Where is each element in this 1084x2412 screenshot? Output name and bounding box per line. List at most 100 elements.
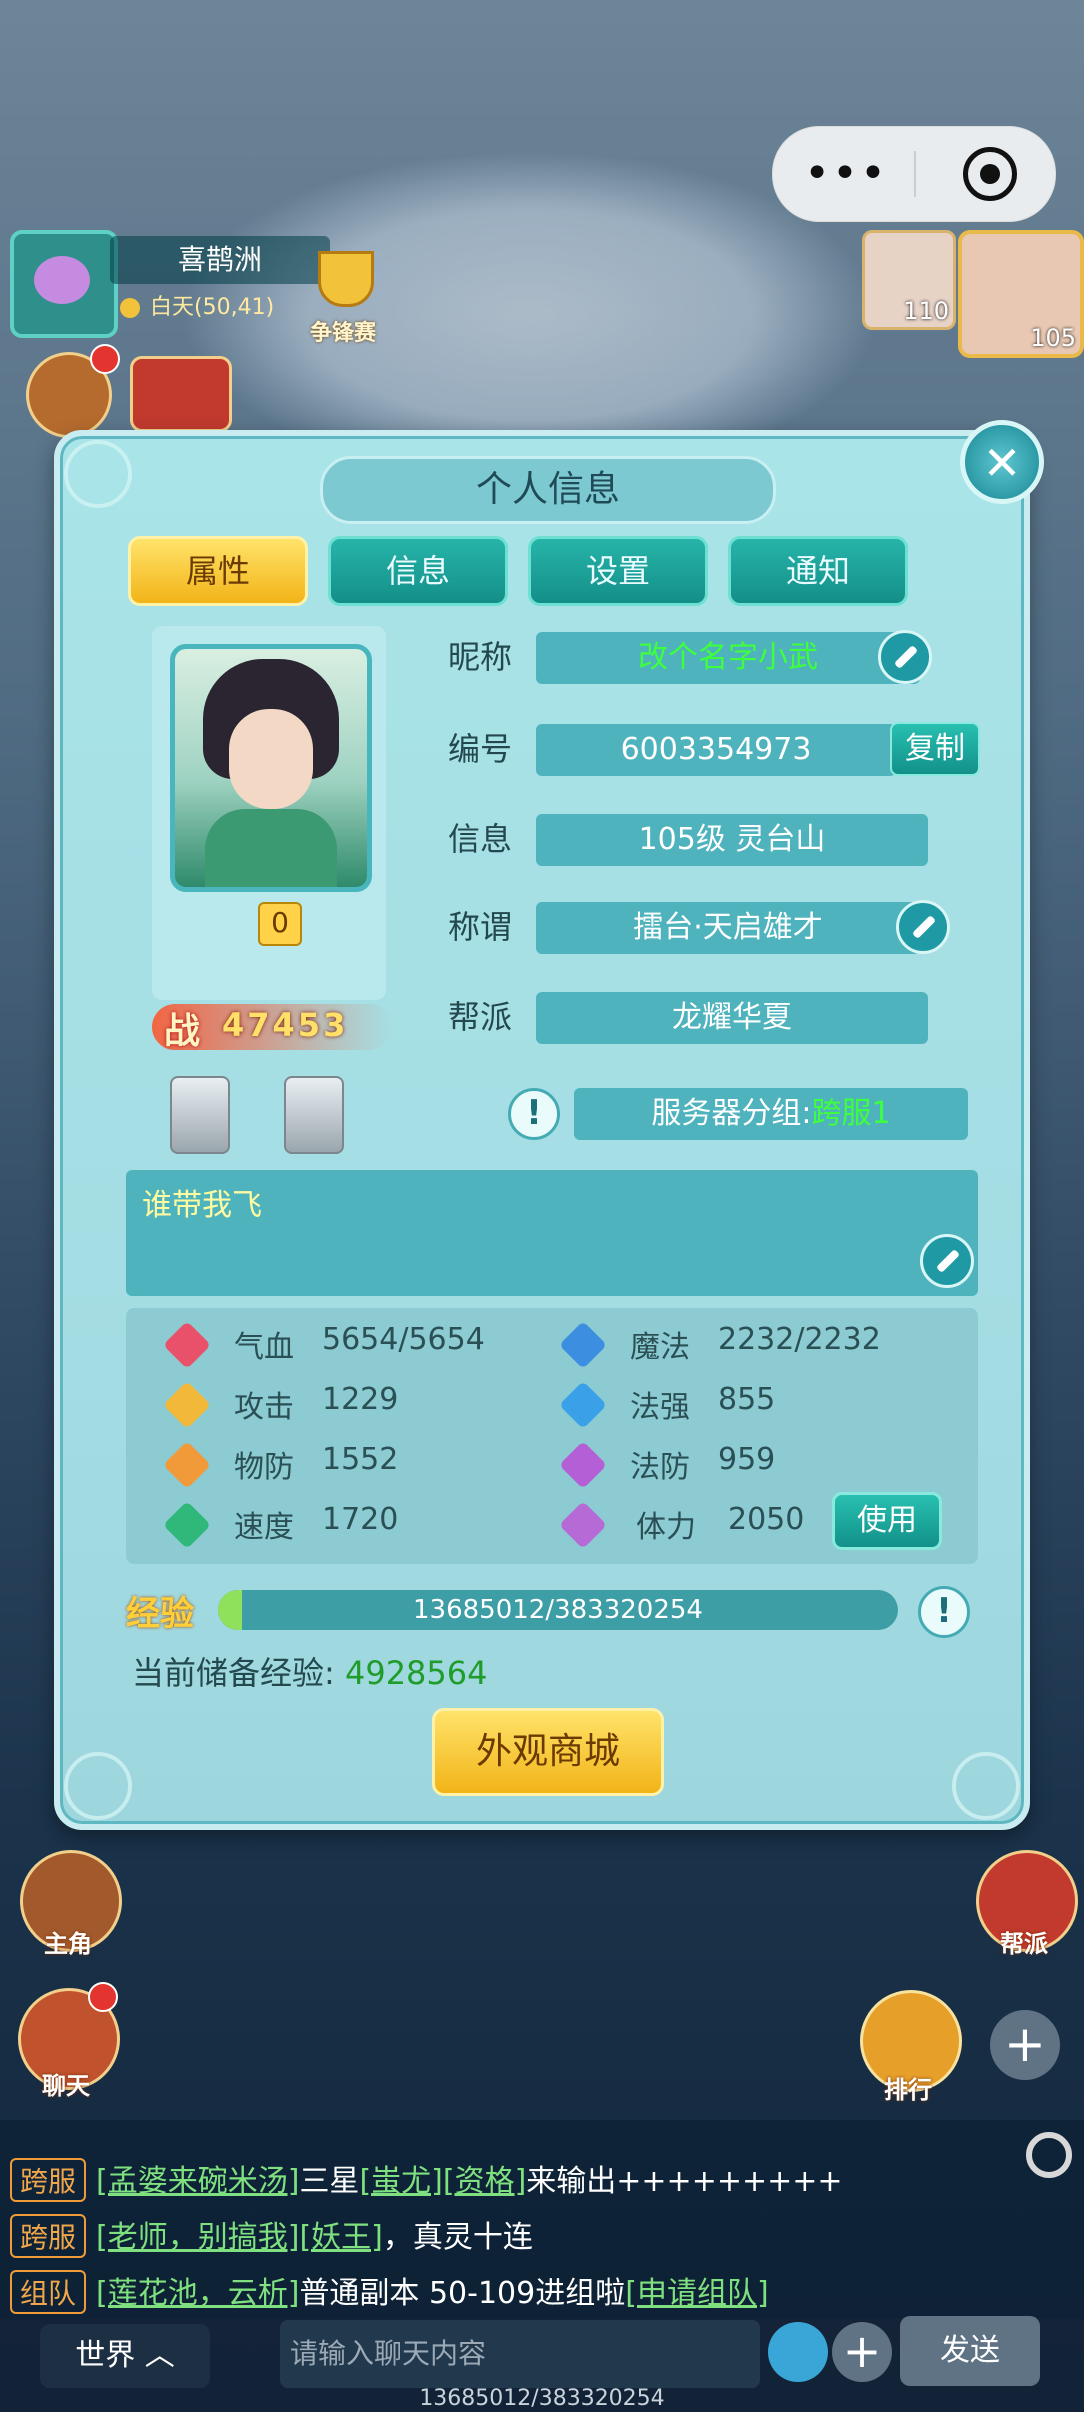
chat-item-link[interactable]: [妖王] xyxy=(299,2220,382,2255)
edit-signature-icon[interactable] xyxy=(920,1234,974,1288)
stat-value: 2050 xyxy=(728,1502,805,1537)
reserve-exp: 当前储备经验: 4928564 xyxy=(132,1648,487,1694)
chat-line: 跨服 [孟婆来碗米汤]三星[蚩尤][资格]来输出+++++++++ xyxy=(10,2156,843,2202)
equipment-slot-icon[interactable] xyxy=(170,1076,230,1154)
send-button[interactable]: 发送 xyxy=(900,2316,1040,2386)
stat-value: 855 xyxy=(718,1382,776,1417)
exp-info-icon[interactable]: ! xyxy=(918,1586,970,1638)
sword-icon xyxy=(162,1380,212,1430)
minimap-icon[interactable] xyxy=(10,230,118,338)
tab-attributes[interactable]: 属性 xyxy=(128,536,308,606)
arch-icon xyxy=(558,1440,608,1490)
exp-bar-text: 13685012/383320254 xyxy=(413,1595,703,1625)
tab-info[interactable]: 信息 xyxy=(328,536,508,606)
id-field: 6003354973 xyxy=(536,724,896,776)
chat-channel-tag: 跨服 xyxy=(10,2214,87,2258)
signature-box: 谁带我飞 xyxy=(126,1170,978,1296)
corner-ornament xyxy=(952,1752,1020,1820)
stat-name: 速度 xyxy=(234,1510,294,1545)
corner-ornament xyxy=(64,1752,132,1820)
modal-title: 个人信息 xyxy=(320,456,776,524)
equipment-slot-icon[interactable] xyxy=(284,1076,344,1154)
lightning-icon xyxy=(162,1500,212,1550)
chat-text: ，真灵十连 xyxy=(382,2220,533,2255)
player-level: 105 xyxy=(1030,324,1076,352)
server-info-icon[interactable]: ! xyxy=(508,1088,560,1140)
chat-item-link[interactable]: [资格] xyxy=(443,2164,526,2199)
stat-value: 959 xyxy=(718,1442,776,1477)
chat-item-link[interactable]: [蚩尤] xyxy=(359,2164,442,2199)
title-label: 称谓 xyxy=(448,908,513,946)
chat-player-link[interactable]: [莲花池，云析] xyxy=(96,2276,299,2311)
reserve-exp-value: 4928564 xyxy=(344,1654,488,1692)
chat-input[interactable]: 请输入聊天内容 xyxy=(280,2320,760,2388)
channel-label: 世界 xyxy=(75,2338,136,2373)
heart-icon xyxy=(162,1320,212,1370)
chat-player-link[interactable]: [孟婆来碗米汤] xyxy=(96,2164,299,2199)
chat-panel: 跨服 [孟婆来碗米汤]三星[蚩尤][资格]来输出+++++++++ 跨服 [老师，别… xyxy=(0,2120,1084,2320)
chat-apply-link[interactable]: [申请组队] xyxy=(625,2276,768,2311)
gift-icon[interactable] xyxy=(130,356,232,432)
appearance-shop-button[interactable]: 外观商城 xyxy=(432,1708,664,1796)
badge-count: 0 xyxy=(258,902,302,946)
channel-select[interactable]: 世界 ︿ xyxy=(40,2324,210,2388)
emoji-icon[interactable] xyxy=(768,2322,828,2382)
expand-plus-icon[interactable]: + xyxy=(990,2010,1060,2080)
use-stamina-button[interactable]: 使用 xyxy=(832,1492,942,1550)
reserve-exp-label: 当前储备经验: xyxy=(132,1654,335,1692)
gear-icon[interactable] xyxy=(1026,2132,1072,2178)
edit-title-icon[interactable] xyxy=(896,900,950,954)
notification-dot xyxy=(88,1982,118,2012)
stat-name: 法防 xyxy=(630,1450,690,1485)
shield-icon xyxy=(162,1440,212,1490)
trophy-icon xyxy=(318,251,374,307)
tab-notifications[interactable]: 通知 xyxy=(728,536,908,606)
combat-power: 战 47453 xyxy=(152,1004,392,1052)
info-label: 信息 xyxy=(448,820,513,858)
guild-field: 龙耀华夏 xyxy=(536,992,928,1044)
location-name: 喜鹊洲 xyxy=(110,236,330,284)
book-icon xyxy=(558,1320,608,1370)
close-miniprogram-icon[interactable] xyxy=(963,147,1017,201)
chat-channel-tag: 跨服 xyxy=(10,2158,87,2202)
team-member-portrait[interactable]: 110 xyxy=(862,230,956,330)
capsule-divider xyxy=(914,151,916,197)
avatar-face xyxy=(229,709,313,809)
chat-line: 组队 [莲花池，云析]普通副本 50-109进组啦[申请组队] xyxy=(10,2268,769,2314)
edit-nickname-icon[interactable] xyxy=(878,630,932,684)
id-label: 编号 xyxy=(448,730,513,768)
player-portrait[interactable]: 105 xyxy=(958,230,1084,358)
chat-player-link[interactable]: [老师，别搞我] xyxy=(96,2220,299,2255)
plus-icon[interactable]: + xyxy=(832,2322,892,2382)
stat-value: 2232/2232 xyxy=(718,1322,881,1357)
signature-text: 谁带我飞 xyxy=(142,1188,262,1223)
close-modal-button[interactable]: ✕ xyxy=(960,420,1044,504)
server-group-label: 服务器分组: xyxy=(651,1096,812,1131)
copy-id-button[interactable]: 复制 xyxy=(890,722,980,776)
stat-value: 1229 xyxy=(322,1382,399,1417)
chat-channel-tag: 组队 xyxy=(10,2270,87,2314)
notification-dot xyxy=(90,344,120,374)
stat-name: 气血 xyxy=(234,1330,294,1365)
exp-bar: 13685012/383320254 xyxy=(218,1590,898,1630)
stat-value: 1552 xyxy=(322,1442,399,1477)
avatar[interactable] xyxy=(170,644,372,892)
team-member-level: 110 xyxy=(903,297,949,325)
combat-power-prefix: 战 xyxy=(164,1011,201,1052)
guild-shortcut-label: 帮派 xyxy=(1000,1930,1048,1958)
more-options-icon[interactable]: ••• xyxy=(801,147,891,201)
corner-ornament xyxy=(64,440,132,508)
event-label: 争锋赛 xyxy=(309,321,376,346)
magic-icon xyxy=(558,1380,608,1430)
hero-label: 主角 xyxy=(44,1930,92,1958)
tab-settings[interactable]: 设置 xyxy=(528,536,708,606)
event-button[interactable]: 争锋赛 xyxy=(300,245,386,346)
avatar-robe xyxy=(205,809,337,887)
title-field: 擂台·天启雄才 xyxy=(536,902,920,954)
location-time: 白天(50,41) xyxy=(110,288,330,328)
stat-value: 5654/5654 xyxy=(322,1322,485,1357)
stat-value: 1720 xyxy=(322,1502,399,1537)
nickname-label: 昵称 xyxy=(448,638,513,676)
chat-text: 三星 xyxy=(299,2164,360,2199)
exp-label: 经验 xyxy=(126,1594,194,1634)
